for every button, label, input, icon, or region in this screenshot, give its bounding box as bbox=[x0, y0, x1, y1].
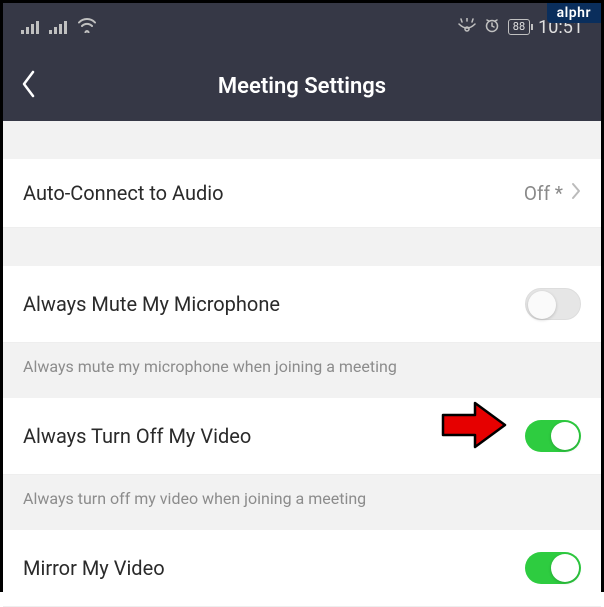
eye-protection-icon bbox=[458, 18, 476, 36]
auto-connect-value-text: Off * bbox=[524, 182, 563, 205]
turn-off-video-toggle[interactable] bbox=[525, 420, 581, 452]
status-bar: 88 10:51 bbox=[3, 3, 601, 51]
mute-microphone-row[interactable]: Always Mute My Microphone bbox=[3, 266, 601, 343]
toggle-knob bbox=[551, 422, 579, 450]
alarm-icon bbox=[484, 17, 500, 37]
signal-icon-1 bbox=[21, 20, 39, 34]
wifi-icon bbox=[77, 17, 97, 37]
section-spacer bbox=[3, 228, 601, 266]
mute-mic-label: Always Mute My Microphone bbox=[23, 292, 280, 316]
header: Meeting Settings bbox=[3, 51, 601, 121]
mirror-video-label: Mirror My Video bbox=[23, 556, 165, 580]
alphr-watermark: alphr bbox=[547, 3, 601, 23]
page-title: Meeting Settings bbox=[218, 74, 386, 99]
signal-icon-2 bbox=[49, 20, 67, 34]
toggle-knob bbox=[528, 291, 556, 319]
back-button[interactable] bbox=[21, 70, 37, 102]
mute-mic-description: Always mute my microphone when joining a… bbox=[3, 343, 601, 398]
auto-connect-value: Off * bbox=[524, 182, 581, 205]
turn-off-video-row[interactable]: Always Turn Off My Video bbox=[3, 398, 601, 475]
turn-off-video-label: Always Turn Off My Video bbox=[23, 424, 251, 448]
battery-icon: 88 bbox=[508, 19, 530, 35]
mute-mic-toggle[interactable] bbox=[525, 288, 581, 320]
auto-connect-audio-row[interactable]: Auto-Connect to Audio Off * bbox=[3, 159, 601, 228]
auto-connect-label: Auto-Connect to Audio bbox=[23, 181, 224, 205]
toggle-knob bbox=[551, 554, 579, 582]
status-left bbox=[21, 17, 97, 37]
section-spacer bbox=[3, 121, 601, 159]
turn-off-video-description: Always turn off my video when joining a … bbox=[3, 475, 601, 530]
chevron-right-icon bbox=[571, 182, 581, 205]
settings-list: Auto-Connect to Audio Off * Always Mute … bbox=[3, 121, 601, 607]
mirror-video-row[interactable]: Mirror My Video bbox=[3, 530, 601, 607]
mirror-video-toggle[interactable] bbox=[525, 552, 581, 584]
